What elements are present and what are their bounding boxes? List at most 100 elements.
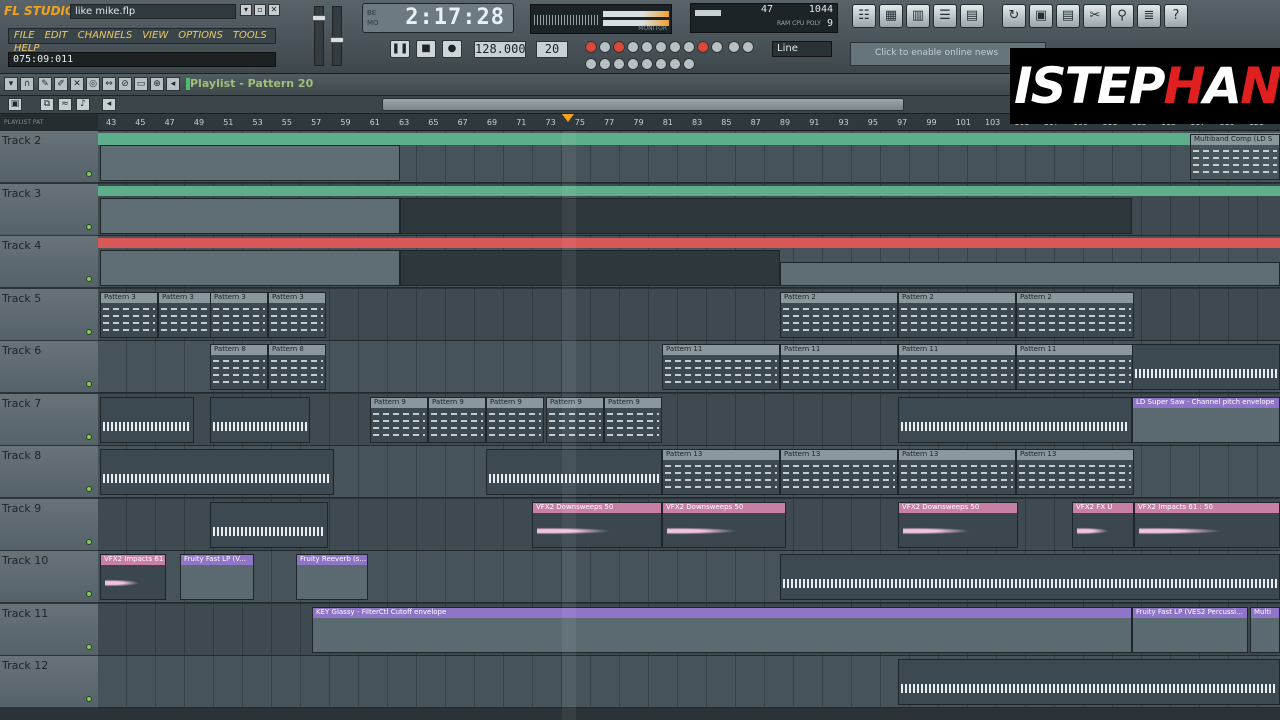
track-header[interactable]: Track 7 bbox=[0, 393, 98, 446]
save-icon[interactable]: ▣ bbox=[1029, 4, 1053, 28]
pattern-clip[interactable] bbox=[100, 449, 334, 495]
mixer-icon[interactable]: ▤ bbox=[960, 4, 984, 28]
auto-clip[interactable] bbox=[100, 145, 400, 181]
toggle-button[interactable] bbox=[742, 41, 755, 53]
track-enable-led[interactable] bbox=[86, 433, 92, 440]
toggle-button[interactable] bbox=[627, 58, 639, 70]
auto-clip[interactable]: Multi bbox=[1250, 606, 1280, 653]
menu-file[interactable]: FILE bbox=[9, 29, 40, 42]
track-lane[interactable]: Pattern 3 Pattern 3 Pattern 3 Pattern 3 Patt… bbox=[98, 288, 1280, 341]
toggle-button[interactable] bbox=[585, 58, 597, 70]
playlist-menu-icon[interactable]: ▾ bbox=[4, 77, 18, 91]
toggle-button[interactable] bbox=[655, 58, 667, 70]
search-icon[interactable]: ⚲ bbox=[1110, 4, 1134, 28]
snap-icon[interactable]: ⧉ bbox=[40, 98, 54, 111]
audio-icon[interactable]: ≈ bbox=[58, 98, 72, 111]
auto-clip[interactable] bbox=[100, 250, 400, 286]
audio-clip[interactable]: VFX2 Downsweeps 50 bbox=[662, 501, 786, 548]
track-enable-led[interactable] bbox=[86, 591, 92, 597]
track-lane[interactable]: VFX2 Impacts 61 Fruity Fast LP (V... Fruit… bbox=[98, 551, 1280, 603]
pattern-clip[interactable]: Pattern 11 bbox=[898, 344, 1016, 390]
track-enable-led[interactable] bbox=[86, 223, 92, 230]
track-enable-led[interactable] bbox=[86, 696, 92, 702]
track-enable-led[interactable] bbox=[86, 171, 92, 177]
pattern-clip[interactable]: Pattern 2 bbox=[1016, 291, 1134, 338]
track-lane[interactable] bbox=[98, 656, 1280, 708]
slice-tool-icon[interactable]: ⊘ bbox=[118, 77, 132, 91]
auto-clip[interactable]: Fruity Fast LP (VES2 Percussi... bbox=[1132, 606, 1248, 653]
audio-clip[interactable]: VFX2 Impacts 61 bbox=[100, 554, 166, 600]
toggle-button[interactable] bbox=[669, 41, 681, 53]
pattern-clip[interactable]: Pattern 3 bbox=[210, 291, 268, 338]
piano-roll-icon[interactable]: ▥ bbox=[906, 4, 930, 28]
pattern-clip[interactable]: Pattern 2 bbox=[898, 291, 1016, 338]
pattern-clip[interactable] bbox=[210, 501, 328, 548]
pattern-clip[interactable]: Pattern 3 bbox=[158, 291, 216, 338]
toggle-button[interactable] bbox=[613, 58, 625, 70]
pattern-clip[interactable]: Pattern 13 bbox=[662, 449, 780, 495]
pattern-number[interactable]: 20 bbox=[536, 41, 568, 58]
track-enable-led[interactable] bbox=[86, 643, 92, 650]
pattern-clip[interactable]: Pattern 9 bbox=[486, 396, 544, 443]
snap-select[interactable]: Line bbox=[772, 41, 832, 57]
delete-tool-icon[interactable]: ✕ bbox=[70, 77, 84, 91]
auto-clip[interactable]: Fruity Fast LP (V... bbox=[180, 554, 254, 600]
audio-clip[interactable]: VFX2 Downsweeps 50 bbox=[898, 501, 1018, 548]
toggle-button[interactable] bbox=[683, 41, 695, 53]
automation-icon[interactable]: ♪ bbox=[76, 98, 90, 111]
toggle-button[interactable] bbox=[683, 58, 695, 70]
auto-clip[interactable]: LD Super Saw - Channel pitch envelope bbox=[1132, 396, 1280, 443]
list-icon[interactable]: ≣ bbox=[1137, 4, 1161, 28]
audio-clip[interactable]: VFX2 FX U bbox=[1072, 501, 1134, 548]
audio-clip[interactable]: VFX2 Impacts 61 : 50 bbox=[1134, 501, 1280, 548]
auto-clip[interactable] bbox=[100, 197, 400, 234]
track-header[interactable]: Track 5 bbox=[0, 288, 98, 341]
pattern-clip[interactable] bbox=[486, 449, 662, 495]
toggle-button[interactable] bbox=[711, 41, 723, 53]
horizontal-scrollbar[interactable] bbox=[382, 98, 904, 111]
pattern-clip[interactable]: Pattern 13 bbox=[898, 449, 1016, 495]
menu-channels[interactable]: CHANNELS bbox=[73, 29, 138, 42]
toggle-button[interactable] bbox=[697, 41, 709, 53]
pattern-clip[interactable]: Pattern 9 bbox=[546, 396, 604, 443]
render-icon[interactable]: ▤ bbox=[1056, 4, 1080, 28]
playlist-title[interactable]: Playlist - Pattern 20 bbox=[190, 77, 313, 90]
pause-button[interactable]: ❚❚ bbox=[390, 40, 410, 58]
pattern-clip[interactable]: Pattern 9 bbox=[428, 396, 486, 443]
toggle-button[interactable] bbox=[585, 41, 597, 53]
pattern-pick-icon[interactable]: ▣ bbox=[8, 98, 22, 111]
pattern-clip[interactable] bbox=[210, 396, 310, 443]
step-sequencer-icon[interactable]: ▦ bbox=[879, 4, 903, 28]
toggle-button[interactable] bbox=[599, 58, 611, 70]
pattern-clip[interactable]: Pattern 9 bbox=[604, 396, 662, 443]
pattern-clip[interactable]: Pattern 3 bbox=[100, 291, 158, 338]
playlist-icon[interactable]: ☷ bbox=[852, 4, 876, 28]
refresh-icon[interactable]: ↻ bbox=[1002, 4, 1026, 28]
track-lane[interactable] bbox=[98, 236, 1280, 288]
toggle-button[interactable] bbox=[641, 41, 653, 53]
pattern-clip[interactable]: Pattern 11 bbox=[1016, 344, 1134, 390]
track-enable-led[interactable] bbox=[86, 486, 92, 492]
mute-tool-icon[interactable]: ◎ bbox=[86, 77, 100, 91]
track-header[interactable]: Track 4 bbox=[0, 236, 98, 288]
toggle-button[interactable] bbox=[655, 41, 667, 53]
track-header[interactable]: Track 10 bbox=[0, 551, 98, 603]
minimize-icon[interactable]: ▾ bbox=[240, 4, 252, 16]
track-header[interactable]: Track 3 bbox=[0, 183, 98, 236]
track-header[interactable]: Track 12 bbox=[0, 656, 98, 708]
tempo-display[interactable]: 128.000 bbox=[474, 41, 526, 58]
auto-clip[interactable] bbox=[400, 250, 780, 286]
menu-view[interactable]: VIEW bbox=[137, 29, 173, 42]
toggle-button[interactable] bbox=[599, 41, 611, 53]
track-enable-led[interactable] bbox=[86, 276, 92, 282]
song-position-marker[interactable] bbox=[562, 114, 574, 122]
pattern-clip[interactable]: Pattern 13 bbox=[1016, 449, 1134, 495]
pattern-clip[interactable] bbox=[898, 659, 1280, 705]
pattern-clip[interactable]: Pattern 11 bbox=[662, 344, 780, 390]
menu-options[interactable]: OPTIONS bbox=[173, 29, 228, 42]
scroll-left-icon[interactable]: ◂ bbox=[102, 98, 116, 111]
track-lane[interactable]: VFX2 Downsweeps 50 VFX2 Downsweeps 50 VFX2… bbox=[98, 498, 1280, 551]
master-pitch-fader[interactable] bbox=[330, 6, 344, 66]
time-display[interactable]: BE MO 2:17:28 bbox=[362, 3, 514, 33]
track-enable-led[interactable] bbox=[86, 328, 92, 335]
